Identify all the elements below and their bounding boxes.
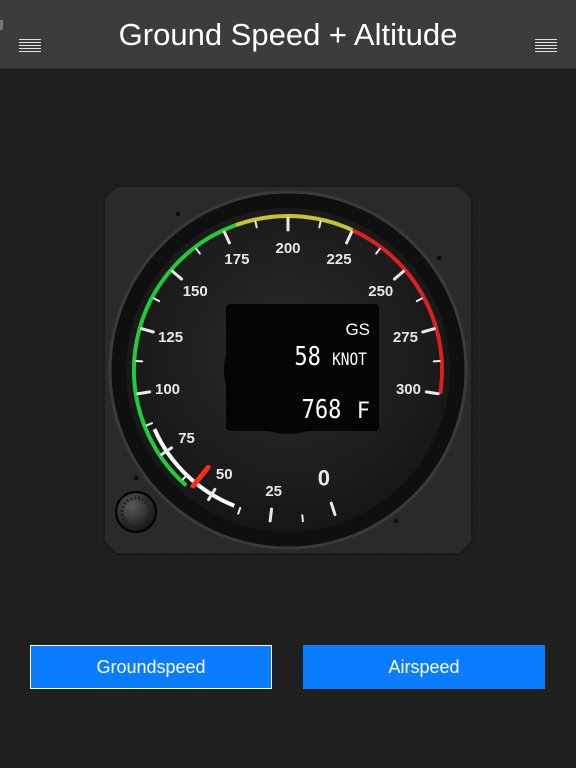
- tick-label: 275: [393, 329, 418, 346]
- altitude-unit: F: [356, 399, 370, 424]
- nav-bar: Ground Speed + Altitude: [0, 0, 576, 69]
- tick-label: 0: [318, 465, 330, 490]
- minor-tick: [254, 220, 258, 229]
- tick-label: 75: [178, 430, 195, 447]
- screw-bottom-right: [393, 518, 399, 524]
- speed-readout: 58 KNOT: [240, 342, 370, 372]
- mode-label: GS: [345, 320, 370, 339]
- tick-label: 50: [216, 466, 233, 483]
- tick-label: 175: [224, 251, 249, 268]
- major-tick: [424, 390, 440, 396]
- page-title: Ground Speed + Altitude: [118, 17, 458, 52]
- airspeed-button[interactable]: Airspeed: [303, 645, 545, 689]
- tick-label: 300: [396, 381, 421, 398]
- tick-label: 200: [275, 240, 300, 257]
- tick-label: 225: [327, 251, 352, 268]
- tick-label: 250: [368, 283, 393, 300]
- groundspeed-button[interactable]: Groundspeed: [30, 645, 272, 689]
- tick-label: 125: [158, 329, 183, 346]
- altitude-value: 768: [301, 395, 342, 425]
- menu-right-icon[interactable]: [535, 38, 557, 54]
- altitude-readout: 768 F: [240, 395, 370, 425]
- screw-top-left: [175, 211, 181, 217]
- tick-label: 150: [183, 283, 208, 300]
- speed-value: 58: [294, 342, 322, 372]
- minor-tick: [301, 514, 304, 523]
- screw-top-right: [436, 255, 442, 261]
- major-tick: [268, 507, 274, 523]
- tick-label: 25: [265, 483, 282, 500]
- tick-label: 100: [155, 381, 180, 398]
- speed-unit: KNOT: [332, 350, 367, 370]
- minor-tick: [318, 220, 322, 229]
- screw-bottom-left: [133, 475, 139, 481]
- major-tick: [136, 390, 152, 396]
